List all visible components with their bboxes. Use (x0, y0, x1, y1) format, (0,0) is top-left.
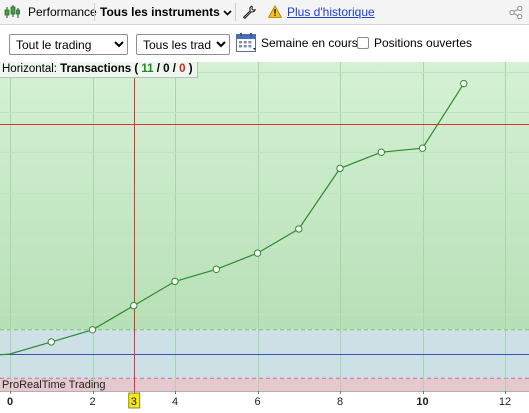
x-tick-label: 4 (172, 396, 178, 408)
instruments-dropdown[interactable]: Tous les instruments (100, 0, 232, 24)
legend-prefix: Horizontal: (2, 63, 57, 75)
wrench-icon[interactable] (242, 5, 256, 19)
legend-zero: 0 (163, 63, 170, 75)
x-tick-label: 0 (7, 396, 13, 408)
calendar-icon[interactable] (236, 33, 257, 56)
chevron-down-icon (223, 10, 232, 16)
data-point (460, 79, 468, 88)
top-toolbar: Performance Tous les instruments Plus d'… (0, 0, 529, 25)
green-zone (0, 62, 529, 330)
legend-close-paren: ) (188, 63, 193, 75)
data-point (88, 326, 97, 334)
data-point (47, 338, 55, 346)
x-tick-label: 2 (89, 396, 95, 408)
transactions-chart[interactable]: 0 2 3 4 6 8 10 12 (0, 62, 529, 413)
x-tick-label: 10 (416, 396, 428, 408)
data-point (212, 265, 221, 274)
legend-slash-2: / (172, 63, 176, 75)
trades-select[interactable]: Tous les trades (136, 34, 230, 55)
x-axis-band (0, 391, 529, 413)
open-positions-checkbox[interactable] (357, 37, 369, 49)
chart-legend: Horizontal: Transactions ( 11 / 0 / 0 ) (0, 62, 198, 78)
data-point (336, 164, 344, 173)
performance-tab[interactable]: Performance (28, 0, 97, 24)
x-tick-label: 12 (499, 396, 511, 408)
data-point (171, 277, 179, 286)
legend-open-paren: ( (134, 63, 139, 75)
week-label: Semaine en cours (261, 36, 358, 50)
data-point (130, 301, 138, 310)
legend-wins: 11 (141, 63, 154, 75)
x-tick-label: 8 (337, 396, 343, 408)
data-point (295, 225, 303, 233)
share-icon[interactable] (509, 5, 523, 20)
platform-label: ProRealTime Trading (2, 379, 106, 391)
open-positions-label[interactable]: Positions ouvertes (374, 36, 472, 50)
x-tick-label: 3 (131, 396, 137, 408)
filter-controls: Tout le trading Tous les trades Semaine … (0, 25, 529, 62)
data-point (253, 249, 262, 257)
more-history-link[interactable]: Plus d'historique (287, 0, 375, 24)
legend-slash-1: / (156, 63, 160, 75)
performance-chart-icon (4, 5, 20, 19)
legend-title: Transactions (60, 63, 132, 75)
trading-select[interactable]: Tout le trading (9, 34, 128, 55)
data-point (377, 148, 385, 156)
legend-losses: 0 (179, 63, 186, 75)
warning-icon (268, 5, 282, 19)
data-point (418, 144, 427, 152)
x-tick-label: 6 (254, 396, 260, 408)
instruments-dropdown-label: Tous les instruments (100, 5, 220, 19)
